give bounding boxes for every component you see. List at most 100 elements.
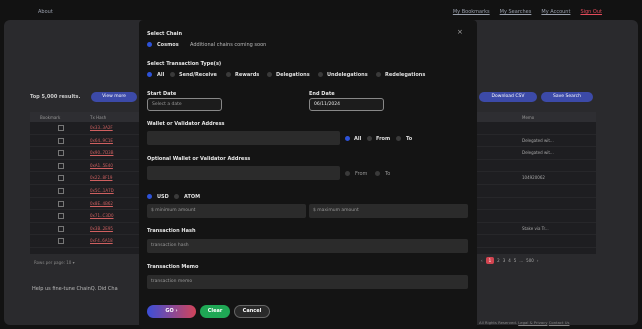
rows-per-page[interactable]: Rows per page: 10 ▾ xyxy=(34,260,75,265)
memo-cell: Delegated wit... xyxy=(522,137,554,143)
start-date-input[interactable]: Select a date xyxy=(147,98,222,111)
address-input[interactable] xyxy=(147,131,340,145)
tx-hash-link[interactable]: 0xF4..6A18 xyxy=(90,238,113,243)
search-modal: × Select Chain Cosmos Additional chains … xyxy=(139,20,477,329)
tx-hash-link[interactable]: 0x64..9C1E xyxy=(90,138,113,143)
footer: All Rights Reserved. Legal & Privacy Con… xyxy=(479,320,569,325)
address-to-label: To xyxy=(406,136,413,142)
tx-type-radio-undelegations[interactable] xyxy=(318,72,323,77)
tx-type-title: Select Transaction Type(s) xyxy=(147,61,222,67)
page-4-button[interactable]: 4 xyxy=(508,258,511,263)
tx-type-delegations-label: Delegations xyxy=(276,72,310,78)
currency-usd-label: USD xyxy=(157,194,169,200)
cancel-button[interactable]: Cancel xyxy=(234,305,270,318)
rows-per-page-value: 10 xyxy=(66,260,72,265)
tx-type-send-label: Send/Receive xyxy=(179,72,217,78)
download-csv-button[interactable]: Download CSV xyxy=(479,92,537,102)
tx-type-radio-all[interactable] xyxy=(147,72,152,77)
address-label: Wallet or Validator Address xyxy=(147,121,225,127)
bookmark-checkbox[interactable] xyxy=(58,200,64,207)
tx-type-undelegations-label: Undelegations xyxy=(327,72,368,78)
memo-label: Transaction Memo xyxy=(147,264,199,270)
account-link[interactable]: My Account xyxy=(541,9,570,15)
memo-cell: 104920062 xyxy=(522,175,545,181)
pagination: ‹ 1 2 3 4 5 ... 500 › xyxy=(481,257,538,264)
legal-link[interactable]: Legal & Privacy xyxy=(518,320,547,325)
close-icon[interactable]: × xyxy=(457,28,463,36)
go-button[interactable]: GO › xyxy=(147,305,196,318)
tx-hash-link[interactable]: 0x5C..1A7D xyxy=(90,188,114,193)
bookmark-checkbox[interactable] xyxy=(58,187,64,194)
page-last-button[interactable]: 500 xyxy=(526,258,534,263)
tx-hash-link[interactable]: 0x8E..4B62 xyxy=(90,201,113,206)
tx-type-radio-rewards[interactable] xyxy=(226,72,231,77)
signout-link[interactable]: Sign Out xyxy=(580,9,602,15)
memo-cell: Delegated wit... xyxy=(522,150,554,156)
bookmark-checkbox[interactable] xyxy=(58,137,64,144)
tx-hash-link[interactable]: 0x22..8F19 xyxy=(90,175,112,180)
page-2-button[interactable]: 2 xyxy=(497,258,500,263)
page-1-button[interactable]: 1 xyxy=(485,257,495,264)
view-more-button[interactable]: View more xyxy=(91,92,137,102)
max-amount-input[interactable]: $ maximum amount xyxy=(309,204,468,218)
min-amount-input[interactable]: $ minimum amount xyxy=(147,204,306,218)
tx-hash-link[interactable]: 0x33..3A2F xyxy=(90,125,113,130)
optional-from-label: From xyxy=(355,171,368,177)
results-count: Top 5,000 results. xyxy=(30,94,81,100)
searches-link[interactable]: My Searches xyxy=(500,9,532,15)
bookmark-checkbox[interactable] xyxy=(58,125,64,131)
memo-cell: Stake via Tr... xyxy=(522,225,549,231)
contact-link[interactable]: Contact Us xyxy=(549,320,570,325)
address-radio-from[interactable] xyxy=(367,136,372,141)
start-date-label: Start Date xyxy=(147,91,177,97)
next-page-button[interactable]: › xyxy=(537,258,539,263)
address-radio-to[interactable] xyxy=(396,136,401,141)
save-search-button[interactable]: Save Search xyxy=(541,92,593,102)
tx-hash-link[interactable]: 0xA1..5E40 xyxy=(90,163,113,168)
bookmarks-link[interactable]: My Bookmarks xyxy=(453,9,490,15)
bookmark-checkbox[interactable] xyxy=(58,150,64,157)
page-3-button[interactable]: 3 xyxy=(503,258,506,263)
bookmark-checkbox[interactable] xyxy=(58,162,64,169)
tx-type-redelegations-label: Redelegations xyxy=(385,72,426,78)
tx-type-radio-redelegations[interactable] xyxy=(376,72,381,77)
address-all-label: All xyxy=(354,136,362,142)
prev-page-button[interactable]: ‹ xyxy=(481,258,483,263)
bookmark-checkbox[interactable] xyxy=(58,213,64,220)
bookmark-checkbox[interactable] xyxy=(58,225,64,232)
tx-type-all-label: All xyxy=(157,72,165,78)
footer-text: All Rights Reserved. xyxy=(479,320,517,325)
currency-radio-usd[interactable] xyxy=(147,194,152,199)
tx-type-radio-send[interactable] xyxy=(170,72,175,77)
hash-input[interactable]: transaction hash xyxy=(147,239,468,253)
page-5-button[interactable]: 5 xyxy=(514,258,517,263)
address-radio-all[interactable] xyxy=(345,136,350,141)
chain-note: Additional chains coming soon xyxy=(190,42,267,48)
clear-button[interactable]: Clear xyxy=(200,305,230,318)
address-from-label: From xyxy=(376,136,391,142)
memo-input[interactable]: transaction memo xyxy=(147,275,468,289)
currency-radio-atom[interactable] xyxy=(174,194,179,199)
bookmark-checkbox[interactable] xyxy=(58,175,64,182)
optional-address-label: Optional Wallet or Validator Address xyxy=(147,156,251,162)
about-link[interactable]: About xyxy=(38,9,53,15)
optional-radio-from[interactable] xyxy=(345,171,350,176)
header-memo: Memo xyxy=(522,115,535,120)
header-bookmark: Bookmark xyxy=(40,115,61,120)
chain-radio-cosmos[interactable] xyxy=(147,42,152,47)
tx-hash-link[interactable]: 0x90..7D3B xyxy=(90,150,113,155)
tx-hash-link[interactable]: 0x3B..2E95 xyxy=(90,226,113,231)
tx-type-rewards-label: Rewards xyxy=(235,72,260,78)
chain-cosmos-label: Cosmos xyxy=(157,42,179,48)
tx-type-radio-delegations[interactable] xyxy=(267,72,272,77)
chain-title: Select Chain xyxy=(147,31,183,37)
optional-address-input[interactable] xyxy=(147,166,340,180)
header-tx-hash: Tx Hash xyxy=(90,115,107,120)
tx-hash-link[interactable]: 0x71..C3D0 xyxy=(90,213,114,218)
ellipsis: ... xyxy=(519,258,524,263)
optional-to-label: To xyxy=(385,171,391,177)
top-bar: About My Bookmarks My Searches My Accoun… xyxy=(4,4,638,20)
end-date-input[interactable]: 06/11/2024 xyxy=(309,98,384,111)
bookmark-checkbox[interactable] xyxy=(58,238,64,245)
optional-radio-to[interactable] xyxy=(375,171,380,176)
